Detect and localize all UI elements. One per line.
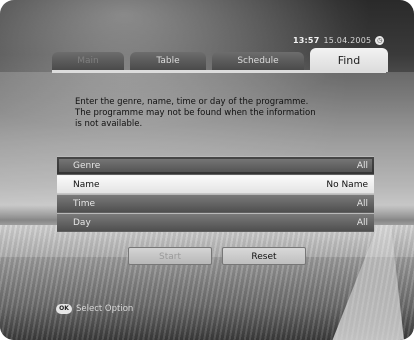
tab-schedule[interactable]: Schedule (212, 52, 304, 70)
row-value: No Name (326, 179, 368, 190)
start-button[interactable]: Start (128, 247, 212, 265)
reset-button[interactable]: Reset (222, 247, 306, 265)
instructions-line: is not available. (75, 119, 143, 129)
tab-underline (52, 70, 386, 73)
row-label: Genre (73, 160, 101, 171)
clock-icon: ◷ (375, 36, 385, 45)
ok-button-icon: OK (56, 304, 72, 314)
button-group: Start Reset (128, 247, 308, 265)
screen: 13:57 15.04.2005 ◷ Main Table Schedule F… (0, 0, 414, 340)
search-form: Genre All Name No Name Time All Day All (57, 156, 374, 232)
footer-hint-text: Select Option (76, 304, 134, 314)
tab-bar: Main Table Schedule Find (52, 48, 388, 72)
clock-date: 15.04.2005 (323, 36, 372, 45)
instructions-line: The programme may not be found when the … (75, 108, 316, 118)
tab-table[interactable]: Table (130, 52, 206, 70)
form-row-genre[interactable]: Genre All (57, 156, 374, 175)
row-value: All (356, 160, 368, 171)
tab-main[interactable]: Main (52, 52, 124, 70)
footer-hint: OK Select Option (56, 304, 133, 314)
instructions-text: Enter the genre, name, time or day of th… (75, 97, 375, 130)
row-label: Time (73, 198, 96, 209)
instructions-line: Enter the genre, name, time or day of th… (75, 97, 309, 107)
row-label: Day (73, 217, 91, 228)
tab-find[interactable]: Find (310, 48, 388, 72)
row-label: Name (73, 179, 100, 190)
clock-time: 13:57 (293, 36, 320, 45)
form-row-time[interactable]: Time All (57, 194, 374, 213)
row-value: All (356, 217, 368, 228)
form-row-name[interactable]: Name No Name (57, 175, 374, 194)
row-value: All (356, 198, 368, 209)
clock: 13:57 15.04.2005 ◷ (293, 36, 385, 45)
form-row-day[interactable]: Day All (57, 213, 374, 232)
